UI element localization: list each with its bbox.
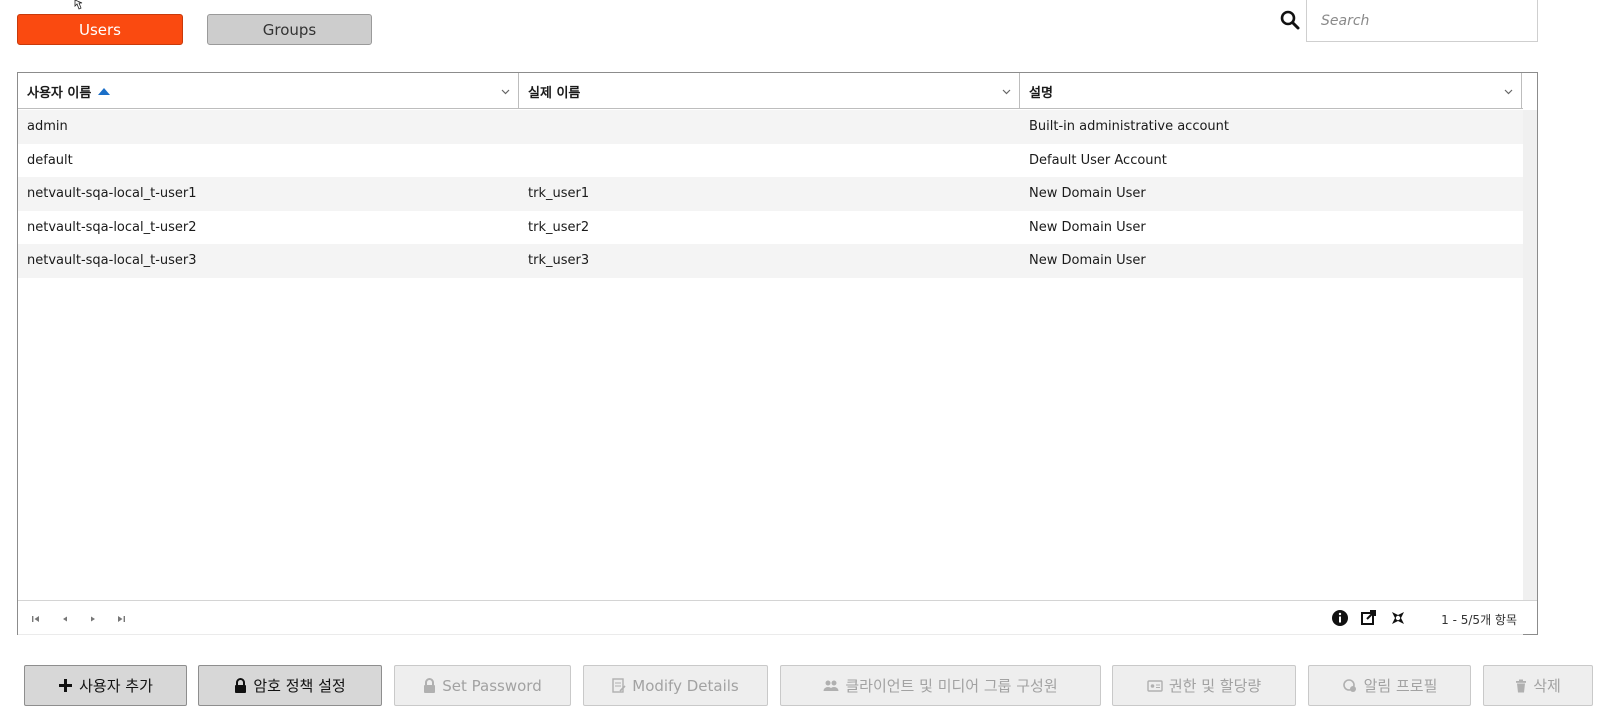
- password-policy-label: 암호 정책 설정: [253, 677, 346, 695]
- grid-pager: 1 - 5/5개 항목: [18, 600, 1537, 634]
- pager-info-text: 1 - 5/5개 항목: [1441, 613, 1517, 627]
- cell-description: New Domain User: [1029, 219, 1146, 235]
- table-row[interactable]: admin Built-in administrative account: [18, 110, 1523, 144]
- modify-details-label: Modify Details: [632, 676, 739, 695]
- cell-username: netvault-sqa-local_t-user1: [27, 186, 197, 202]
- search-input[interactable]: [1306, 0, 1538, 42]
- delete-button[interactable]: 삭제: [1483, 665, 1593, 706]
- column-header-username-label: 사용자 이름: [27, 85, 92, 101]
- users-tab-label: Users: [78, 20, 121, 39]
- search-icon[interactable]: [1279, 9, 1301, 31]
- set-password-button[interactable]: Set Password: [394, 665, 571, 706]
- client-media-groups-label: 클라이언트 및 미디어 그룹 구성원: [845, 677, 1058, 695]
- cell-username: netvault-sqa-local_t-user3: [27, 253, 197, 269]
- mouse-cursor-icon: [74, 0, 83, 10]
- column-header-description-label: 설명: [1029, 85, 1053, 101]
- cell-description: Built-in administrative account: [1029, 119, 1230, 135]
- cell-username: admin: [27, 119, 68, 135]
- previous-page-icon[interactable]: [59, 613, 71, 625]
- modify-details-button[interactable]: Modify Details: [583, 665, 768, 706]
- vertical-scrollbar[interactable]: [1523, 110, 1537, 624]
- chevron-down-icon[interactable]: [500, 86, 511, 97]
- set-password-label: Set Password: [442, 676, 542, 695]
- notification-profile-label: 알림 프로필: [1363, 677, 1438, 695]
- groups-tab-button[interactable]: Groups: [207, 14, 372, 45]
- privileges-quotas-label: 권한 및 할당량: [1168, 677, 1262, 695]
- table-row[interactable]: netvault-sqa-local_t-user2 trk_user2 New…: [18, 210, 1523, 244]
- table-row[interactable]: netvault-sqa-local_t-user1 trk_user1 New…: [18, 177, 1523, 211]
- table-row[interactable]: netvault-sqa-local_t-user3 trk_user3 New…: [18, 244, 1523, 278]
- privileges-quotas-button[interactable]: 권한 및 할당량: [1112, 665, 1296, 706]
- last-page-icon[interactable]: [115, 613, 127, 625]
- column-header-description[interactable]: 설명: [1020, 73, 1522, 109]
- notification-icon: [1342, 678, 1356, 692]
- cell-username: netvault-sqa-local_t-user2: [27, 219, 197, 235]
- cell-description: New Domain User: [1029, 253, 1146, 269]
- plus-icon: [59, 679, 73, 692]
- notification-profile-button[interactable]: 알림 프로필: [1308, 665, 1471, 706]
- settings-icon[interactable]: [1389, 609, 1407, 627]
- cell-realname: trk_user1: [528, 186, 590, 202]
- grid-header: 사용자 이름 실제 이름 설명: [18, 73, 1523, 109]
- password-policy-button[interactable]: 암호 정책 설정: [198, 665, 382, 706]
- column-header-username[interactable]: 사용자 이름: [18, 73, 519, 109]
- group-icon: [823, 680, 839, 691]
- cell-username: default: [27, 152, 73, 168]
- column-header-realname[interactable]: 실제 이름: [519, 73, 1020, 109]
- trash-icon: [1516, 679, 1527, 692]
- cell-description: New Domain User: [1029, 186, 1146, 202]
- chevron-down-icon[interactable]: [1001, 86, 1012, 97]
- cell-realname: trk_user3: [528, 253, 590, 269]
- cell-description: Default User Account: [1029, 152, 1167, 168]
- add-user-label: 사용자 추가: [79, 677, 153, 695]
- export-icon[interactable]: [1360, 609, 1378, 627]
- info-icon[interactable]: [1331, 609, 1349, 627]
- users-grid: 사용자 이름 실제 이름 설명 admin Built-in administr…: [17, 72, 1538, 635]
- id-card-icon: [1147, 680, 1163, 692]
- lock-icon: [424, 678, 436, 693]
- first-page-icon[interactable]: [30, 613, 42, 625]
- table-row[interactable]: default Default User Account: [18, 143, 1523, 177]
- chevron-down-icon[interactable]: [1503, 86, 1514, 97]
- cell-realname: trk_user2: [528, 219, 590, 235]
- document-edit-icon: [612, 678, 626, 693]
- sort-ascending-icon: [98, 87, 111, 95]
- lock-icon: [235, 678, 247, 693]
- groups-tab-label: Groups: [262, 20, 317, 39]
- client-media-groups-button[interactable]: 클라이언트 및 미디어 그룹 구성원: [780, 665, 1101, 706]
- add-user-button[interactable]: 사용자 추가: [24, 665, 187, 706]
- grid-body: admin Built-in administrative account de…: [18, 110, 1523, 624]
- users-tab-button[interactable]: Users: [17, 14, 183, 45]
- column-header-realname-label: 실제 이름: [528, 85, 581, 101]
- next-page-icon[interactable]: [87, 613, 99, 625]
- delete-label: 삭제: [1533, 677, 1561, 695]
